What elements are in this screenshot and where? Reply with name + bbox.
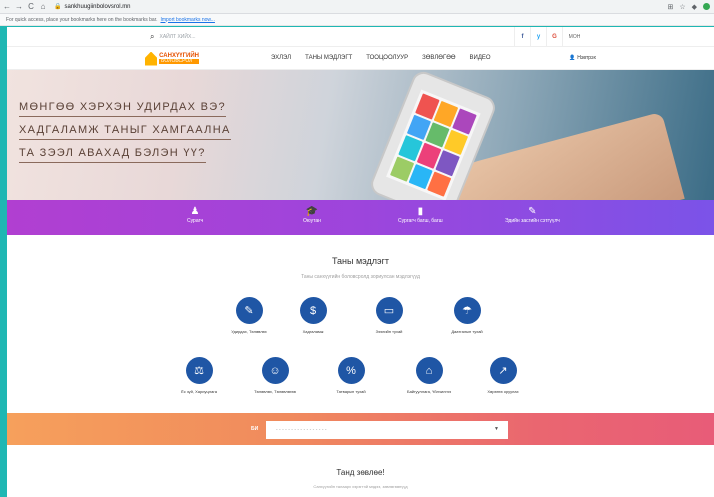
knowledge-item-label: Хадгаламж	[302, 329, 324, 334]
twitter-icon[interactable]: y	[530, 27, 546, 47]
house-icon	[145, 51, 158, 66]
role-select[interactable]: - - - - - - - - - - - - - - - - - ▼	[266, 421, 508, 439]
hero-banner: МӨНГӨӨ ХЭРХЭН УДИРДАХ ВЭ? ХАДГАЛАМЖ ТАНЫ…	[7, 70, 714, 200]
knowledge-item[interactable]: ▭ Зээлийн тухай	[349, 297, 429, 334]
audience-student[interactable]: ♟ Сурагч	[187, 206, 203, 224]
knowledge-item[interactable]: ⌂ Байгууллага, Үйлчилгээ	[389, 357, 469, 394]
lock-icon: 🔒	[54, 4, 62, 10]
user-icon: 👤	[569, 55, 576, 61]
logo-line2: БОЛОВСРОЛ	[159, 59, 199, 64]
role-label: БИ	[251, 426, 259, 432]
advice-subtitle: Санхүүгийн талаарх хэрэгтэй мэдээ, зөвлө…	[313, 484, 408, 489]
audience-label: Сургагч багш, багш	[398, 218, 443, 224]
role-select-value: - - - - - - - - - - - - - - - - -	[276, 427, 327, 433]
role-selector-bar: БИ - - - - - - - - - - - - - - - - - ▼	[7, 413, 714, 445]
back-icon[interactable]: ←	[2, 1, 12, 13]
bookmarks-hint: For quick access, place your bookmarks h…	[6, 16, 158, 23]
audience-label: Сурагч	[187, 218, 204, 224]
language-switch[interactable]: МОН	[562, 27, 586, 47]
knowledge-section: Таны мэдлэгт Таны санхүүгийн боловсролд …	[7, 235, 714, 413]
audience-bar: ♟ Сурагч 🎓 Оюутан ▮ Сургагч багш, багш ✎…	[7, 200, 714, 235]
audience-label: Эдийн засгийн сэтгүүлч	[505, 218, 560, 224]
search-input[interactable]: ХАЙЛТ ХИЙХ...	[159, 34, 195, 40]
invest-icon: ↗	[489, 357, 517, 384]
advice-title: Танд зөвлөе!	[336, 468, 385, 477]
scales-icon: ⚖	[185, 357, 213, 384]
page: ⌕ ХАЙЛТ ХИЙХ... f y G МОН САНХҮҮГИЙН БОЛ…	[7, 27, 714, 497]
search-icon[interactable]: ⌕	[150, 32, 154, 42]
audience-journalist[interactable]: ✎ Эдийн засгийн сэтгүүлч	[505, 206, 560, 224]
audience-label: Оюутан	[303, 218, 321, 224]
forward-icon[interactable]: →	[14, 1, 24, 13]
hero-line-3: ТА ЗЭЭЛ АВАХАД БЭЛЭН ҮҮ?	[19, 147, 206, 163]
hero-line-1: МӨНГӨӨ ХЭРХЭН УДИРДАХ ВЭ?	[19, 101, 226, 117]
knowledge-item-label: Татварын тухай	[336, 389, 366, 394]
star-icon[interactable]: ☆	[679, 3, 685, 11]
knowledge-item-label: Байгууллага, Үйлчилгээ	[406, 389, 452, 394]
nav-calculator[interactable]: ТООЦООЛУУР	[366, 55, 408, 61]
knowledge-title: Таны мэдлэгт	[331, 256, 390, 266]
chevron-down-icon: ▼	[494, 426, 499, 432]
person-icon: ♟	[190, 206, 200, 217]
nav-home[interactable]: ЭХЛЭЛ	[271, 55, 291, 61]
url-text: sankhuugiinbolovsrol.mn	[64, 3, 131, 10]
main-nav: САНХҮҮГИЙН БОЛОВСРОЛ ЭХЛЭЛ ТАНЫ МЭДЛЭГТ …	[7, 47, 714, 70]
google-plus-icon[interactable]: G	[546, 27, 562, 47]
shield-icon[interactable]: ◆	[692, 3, 697, 11]
address-bar[interactable]: 🔒 sankhuugiinbolovsrol.mn	[54, 1, 654, 13]
knowledge-subtitle: Таны санхүүгийн боловсролд зориулсан мэд…	[301, 274, 420, 280]
knowledge-item-label: Зээлийн тухай	[375, 329, 403, 334]
reload-icon[interactable]: C	[26, 1, 36, 13]
site-logo[interactable]: САНХҮҮГИЙН БОЛОВСРОЛ	[145, 50, 199, 67]
knowledge-item[interactable]: % Татварын тухай	[311, 357, 391, 394]
social-links: f y G МОН	[514, 27, 586, 47]
login-label: Нэвтрэх	[577, 55, 597, 61]
knowledge-item[interactable]: ☂ Даатгалын тухай	[427, 297, 507, 334]
menu: ЭХЛЭЛ ТАНЫ МЭДЛЭГТ ТООЦООЛУУР ЗӨВЛӨГӨӨ В…	[271, 55, 491, 61]
home-icon[interactable]: ⌂	[38, 1, 48, 13]
knowledge-item[interactable]: ⚖ Ёс зүй, Хариуцлага	[159, 357, 239, 394]
nav-knowledge[interactable]: ТАНЫ МЭДЛЭГТ	[305, 55, 352, 61]
knowledge-item[interactable]: ☺ Төлөвлөх, Төлөвлөгөө	[235, 357, 315, 394]
browser-toolbar: ← → C ⌂ 🔒 sankhuugiinbolovsrol.mn ⊞ ☆ ◆	[0, 0, 714, 14]
knowledge-item[interactable]: ↗ Хөрөнгө оруулах	[463, 357, 543, 394]
book-icon: ▮	[417, 206, 424, 217]
nav-advice[interactable]: ЗӨВЛӨГӨӨ	[422, 55, 455, 61]
extension-icon[interactable]	[703, 3, 710, 10]
hands-icon: ☺	[261, 357, 289, 384]
knowledge-item-label: Хөрөнгө оруулах	[487, 389, 519, 394]
bookmarks-bar: For quick access, place your bookmarks h…	[0, 14, 714, 26]
bank-icon: ⌂	[415, 357, 443, 384]
facebook-icon[interactable]: f	[514, 27, 530, 47]
audience-university[interactable]: 🎓 Оюутан	[303, 206, 321, 224]
audience-teacher[interactable]: ▮ Сургагч багш, багш	[398, 206, 443, 224]
hero-line-2: ХАДГАЛАМЖ ТАНЫГ ХАМГААЛНА	[19, 124, 231, 140]
knowledge-item-label: Удирдах, Төлөвлөх	[231, 329, 267, 334]
graduation-cap-icon: 🎓	[305, 206, 319, 217]
knowledge-item-label: Төлөвлөх, Төлөвлөгөө	[254, 389, 296, 394]
loan-icon: ▭	[375, 297, 403, 324]
translate-icon[interactable]: ⊞	[667, 3, 673, 11]
savings-icon: $	[299, 297, 327, 324]
plan-icon: ✎	[235, 297, 263, 324]
top-bar: ⌕ ХАЙЛТ ХИЙХ... f y G МОН	[7, 27, 714, 47]
knowledge-item[interactable]: $ Хадгаламж	[273, 297, 353, 334]
search-box[interactable]: ⌕ ХАЙЛТ ХИЙХ...	[150, 32, 196, 42]
umbrella-icon: ☂	[453, 297, 481, 324]
login-link[interactable]: 👤 Нэвтрэх	[569, 55, 596, 61]
tax-icon: %	[337, 357, 365, 384]
knowledge-item-label: Даатгалын тухай	[451, 329, 483, 334]
pen-icon: ✎	[528, 206, 537, 217]
knowledge-item-label: Ёс зүй, Хариуцлага	[181, 389, 217, 394]
nav-video[interactable]: ВИДЕО	[470, 55, 491, 61]
import-bookmarks-link[interactable]: Import bookmarks now...	[160, 17, 214, 23]
